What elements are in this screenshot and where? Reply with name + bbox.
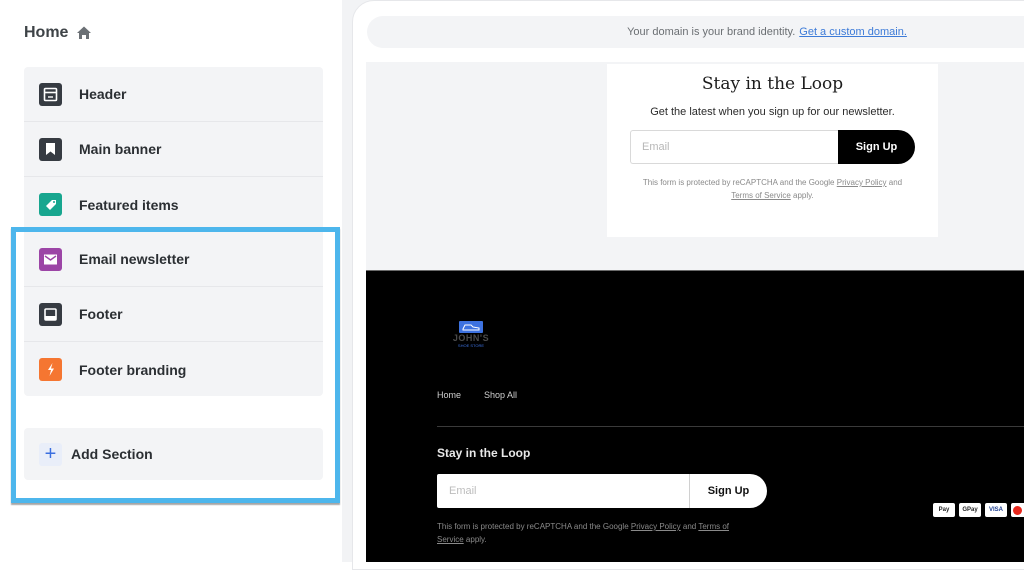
privacy-policy-link[interactable]: Privacy Policy bbox=[631, 522, 681, 531]
section-item-main-banner[interactable]: Main banner bbox=[24, 122, 323, 177]
newsletter-section[interactable]: Stay in the Loop Get the latest when you… bbox=[366, 62, 1024, 270]
section-item-footer[interactable]: Footer bbox=[24, 287, 323, 342]
newsletter-form: Email Sign Up bbox=[630, 130, 915, 164]
visa-icon: VISA bbox=[985, 503, 1007, 517]
section-label: Email newsletter bbox=[79, 251, 190, 267]
section-list-bottom: Email newsletter Footer Footer branding bbox=[24, 232, 323, 396]
add-section-button[interactable]: + Add Section bbox=[24, 428, 323, 480]
footer-signup-button[interactable]: Sign Up bbox=[690, 474, 767, 508]
newsletter-title: Stay in the Loop bbox=[701, 74, 844, 94]
mastercard-icon bbox=[1011, 503, 1024, 517]
domain-banner-text: Your domain is your brand identity. bbox=[627, 26, 796, 38]
terms-of-service-link[interactable]: Terms of Service bbox=[731, 191, 791, 200]
newsletter-legal-text: This form is protected by reCAPTCHA and … bbox=[607, 176, 938, 202]
section-item-footer-branding[interactable]: Footer branding bbox=[24, 342, 323, 397]
payment-methods: Pay GPay VISA bbox=[933, 503, 1024, 517]
legal-apply: apply. bbox=[465, 535, 487, 544]
plus-icon: + bbox=[39, 442, 62, 466]
legal-prefix: This form is protected by reCAPTCHA and … bbox=[437, 522, 629, 531]
footer-email-input[interactable]: Email bbox=[437, 474, 690, 508]
newsletter-signup-button[interactable]: Sign Up bbox=[838, 130, 915, 164]
page-title: Home bbox=[24, 24, 69, 41]
section-label: Featured items bbox=[79, 196, 179, 213]
footer-nav-shop-all[interactable]: Shop All bbox=[484, 390, 517, 400]
add-section-label: Add Section bbox=[71, 446, 153, 462]
page-header: Home bbox=[24, 24, 92, 42]
footer-nav-home[interactable]: Home bbox=[437, 390, 461, 400]
bookmark-icon bbox=[39, 137, 62, 161]
section-list-top: Header Main banner Featured items bbox=[24, 67, 323, 227]
legal-and: and bbox=[682, 522, 697, 531]
apple-pay-icon: Pay bbox=[933, 503, 955, 517]
legal-apply: apply. bbox=[793, 191, 814, 200]
section-item-email-newsletter[interactable]: Email newsletter bbox=[24, 232, 323, 287]
newsletter-card: Stay in the Loop Get the latest when you… bbox=[607, 64, 938, 237]
home-icon bbox=[76, 25, 92, 41]
footer-layout-icon bbox=[39, 302, 62, 326]
legal-prefix: This form is protected by reCAPTCHA and … bbox=[642, 178, 835, 187]
section-label: Footer branding bbox=[79, 361, 187, 378]
newsletter-email-input[interactable]: Email bbox=[630, 130, 838, 164]
footer-legal-text: This form is protected by reCAPTCHA and … bbox=[437, 520, 757, 546]
section-item-featured-items[interactable]: Featured items bbox=[24, 177, 323, 232]
logo-tagline: SHOE STORE bbox=[457, 343, 485, 348]
lightning-bolt-icon bbox=[39, 358, 62, 381]
section-label: Footer bbox=[79, 306, 123, 322]
sections-panel: Home Header Main banner Featured items E… bbox=[0, 0, 345, 562]
footer-newsletter-form: Email Sign Up bbox=[437, 474, 767, 508]
footer-nav: Home Shop All bbox=[437, 390, 517, 400]
newsletter-subtitle: Get the latest when you sign up for our … bbox=[650, 106, 895, 118]
section-label: Main banner bbox=[79, 141, 162, 157]
logo-name: JOHN'S bbox=[452, 333, 490, 343]
google-pay-icon: GPay bbox=[959, 503, 981, 517]
tag-icon bbox=[39, 193, 62, 216]
footer-newsletter-title: Stay in the Loop bbox=[437, 446, 531, 460]
site-content: Stay in the Loop Get the latest when you… bbox=[366, 62, 1024, 562]
footer-section[interactable]: JOHN'S SHOE STORE Home Shop All Stay in … bbox=[366, 270, 1024, 562]
store-logo: JOHN'S SHOE STORE bbox=[448, 321, 494, 348]
legal-and: and bbox=[888, 178, 903, 187]
domain-banner: Your domain is your brand identity. Get … bbox=[367, 16, 1024, 48]
section-item-header[interactable]: Header bbox=[24, 67, 323, 122]
privacy-policy-link[interactable]: Privacy Policy bbox=[837, 178, 887, 187]
custom-domain-link[interactable]: Get a custom domain. bbox=[799, 26, 907, 38]
section-label: Header bbox=[79, 86, 127, 102]
header-layout-icon bbox=[39, 82, 62, 106]
envelope-icon bbox=[39, 247, 62, 271]
shoe-icon bbox=[459, 321, 483, 333]
footer-divider bbox=[437, 426, 1024, 427]
